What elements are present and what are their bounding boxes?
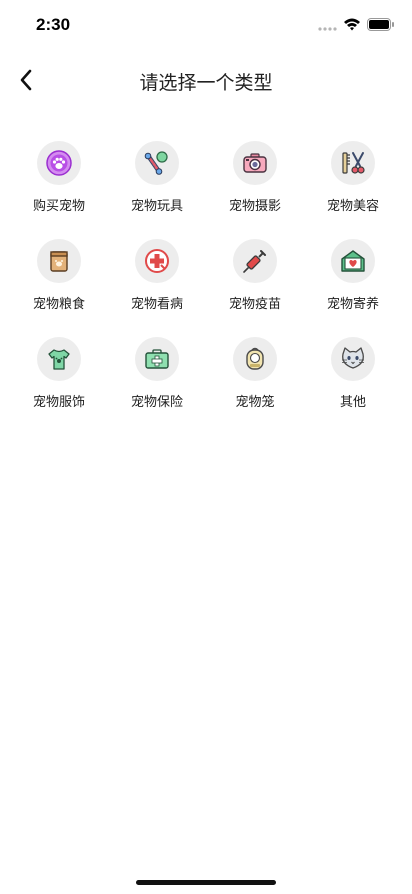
category-other[interactable]: 其他 bbox=[304, 333, 402, 431]
category-icon-circle bbox=[37, 141, 81, 185]
category-pet-photography[interactable]: 宠物摄影 bbox=[206, 137, 304, 235]
clothing-icon bbox=[48, 349, 70, 370]
food-bag-icon bbox=[50, 251, 68, 272]
category-icon-circle bbox=[135, 141, 179, 185]
category-label: 宠物寄养 bbox=[326, 297, 379, 312]
category-icon-circle bbox=[331, 141, 375, 185]
category-label: 宠物疫苗 bbox=[228, 297, 281, 312]
category-grid: 购买宠物 宠物玩具 宠物摄影 宠物美容 宠物粮食 宠物看病 宠物疫苗 宠物寄养 … bbox=[10, 137, 402, 431]
page-title: 请选择一个类型 bbox=[139, 72, 273, 94]
status-bar: 2:30 bbox=[0, 0, 412, 50]
category-icon-circle bbox=[331, 337, 375, 381]
category-label: 宠物美容 bbox=[326, 199, 379, 214]
battery-icon bbox=[367, 18, 394, 31]
category-label: 其他 bbox=[339, 395, 366, 410]
camera-icon bbox=[243, 153, 267, 173]
category-icon-circle bbox=[135, 239, 179, 283]
category-pet-grooming[interactable]: 宠物美容 bbox=[304, 137, 402, 235]
category-icon-circle bbox=[37, 337, 81, 381]
foster-home-icon bbox=[341, 250, 365, 272]
cat-face-icon bbox=[342, 347, 364, 369]
category-icon-circle bbox=[331, 239, 375, 283]
cage-icon bbox=[246, 347, 264, 370]
category-pet-cage[interactable]: 宠物笼 bbox=[206, 333, 304, 431]
category-label: 宠物看病 bbox=[130, 297, 183, 312]
category-icon-circle bbox=[135, 337, 179, 381]
category-buy-pet[interactable]: 购买宠物 bbox=[10, 137, 108, 235]
category-icon-circle bbox=[233, 141, 277, 185]
category-pet-insurance[interactable]: 宠物保险 bbox=[108, 333, 206, 431]
paw-icon bbox=[46, 150, 72, 176]
syringe-icon bbox=[243, 250, 266, 273]
category-label: 宠物服饰 bbox=[32, 395, 85, 410]
medical-icon bbox=[145, 249, 169, 273]
category-icon-circle bbox=[233, 239, 277, 283]
category-label: 宠物粮食 bbox=[32, 297, 85, 312]
category-label: 宠物保险 bbox=[130, 395, 183, 410]
category-label: 宠物摄影 bbox=[228, 199, 281, 214]
nav-bar: 请选择一个类型 bbox=[0, 55, 412, 105]
category-pet-clothing[interactable]: 宠物服饰 bbox=[10, 333, 108, 431]
insurance-icon bbox=[145, 349, 169, 369]
category-pet-vaccine[interactable]: 宠物疫苗 bbox=[206, 235, 304, 333]
category-label: 宠物玩具 bbox=[130, 199, 183, 214]
grooming-icon bbox=[342, 152, 365, 174]
category-pet-boarding[interactable]: 宠物寄养 bbox=[304, 235, 402, 333]
category-pet-toys[interactable]: 宠物玩具 bbox=[108, 137, 206, 235]
category-label: 宠物笼 bbox=[235, 395, 275, 410]
status-time: 2:30 bbox=[36, 15, 71, 34]
category-icon-circle bbox=[37, 239, 81, 283]
wifi-icon bbox=[344, 18, 360, 31]
signal-icon bbox=[318, 27, 337, 31]
toy-bone-icon bbox=[144, 151, 168, 175]
category-pet-food[interactable]: 宠物粮食 bbox=[10, 235, 108, 333]
category-label: 购买宠物 bbox=[32, 199, 85, 214]
home-indicator[interactable] bbox=[136, 880, 276, 885]
category-pet-medical[interactable]: 宠物看病 bbox=[108, 235, 206, 333]
category-icon-circle bbox=[233, 337, 277, 381]
